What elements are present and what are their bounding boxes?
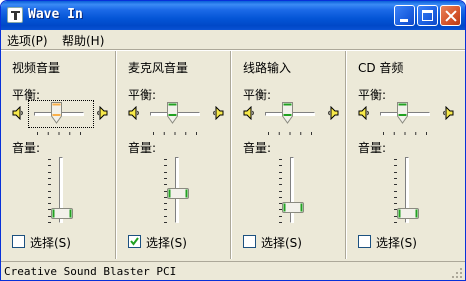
volume-slider-thumb[interactable] [397, 207, 419, 219]
select-checkbox-label[interactable]: 选择(S) [376, 234, 417, 251]
select-checkbox[interactable] [243, 235, 256, 248]
mixer-channel: 麦克风音量 平衡: 音量: 选择(S) [117, 51, 233, 259]
window-title: Wave In [28, 7, 83, 22]
menu-options[interactable]: 选项(P) [7, 32, 48, 49]
menu-help[interactable]: 帮助(H) [62, 32, 104, 49]
balance-ticks [383, 125, 427, 135]
mixer-channel: 线路输入 平衡: 音量: 选择(S) [232, 51, 348, 259]
channel-title: 视频音量 [12, 61, 61, 75]
status-bar: Creative Sound Blaster PCI [1, 261, 465, 280]
balance-ticks [37, 125, 81, 135]
volume-label: 音量: [12, 141, 41, 155]
title-bar[interactable]: Wave In [1, 1, 465, 30]
maximize-button[interactable] [417, 5, 438, 26]
mixer-channel: 视频音量 平衡: 音量: 选择(S) [1, 51, 117, 259]
volume-label: 音量: [243, 141, 272, 155]
minimize-button[interactable] [394, 5, 415, 26]
speaker-right-icon [212, 105, 224, 121]
select-checkbox-label[interactable]: 选择(S) [261, 234, 302, 251]
channel-title: CD 音频 [358, 61, 404, 75]
select-checkbox[interactable] [128, 235, 141, 248]
volume-slider-thumb[interactable] [167, 188, 189, 199]
volume-slider-track[interactable] [290, 157, 294, 223]
close-button[interactable] [440, 5, 461, 26]
app-icon[interactable] [7, 7, 23, 23]
wave-in-window: Wave In 选项(P) 帮助(H) 视频音量 平衡: 音量: 选择(S) 麦… [0, 0, 466, 281]
select-checkbox-label[interactable]: 选择(S) [30, 234, 71, 251]
channel-title: 麦克风音量 [128, 61, 189, 75]
select-checkbox[interactable] [358, 235, 371, 248]
speaker-left-icon [358, 105, 370, 121]
status-text: Creative Sound Blaster PCI [4, 265, 177, 278]
volume-slider-thumb[interactable] [282, 201, 304, 213]
resize-grip-icon[interactable] [451, 267, 463, 279]
balance-slider-thumb[interactable] [397, 102, 408, 124]
speaker-left-icon [128, 105, 140, 121]
volume-slider-thumb[interactable] [51, 207, 73, 219]
channel-separator [230, 51, 232, 259]
speaker-right-icon [96, 105, 108, 121]
balance-slider-thumb[interactable] [282, 102, 293, 124]
volume-label: 音量: [128, 141, 157, 155]
speaker-left-icon [12, 105, 24, 121]
channel-separator [115, 51, 117, 259]
speaker-right-icon [442, 105, 454, 121]
balance-ticks [153, 125, 197, 135]
speaker-left-icon [243, 105, 255, 121]
volume-label: 音量: [358, 141, 387, 155]
channel-separator [345, 51, 347, 259]
mixer-channel: CD 音频 平衡: 音量: 选择(S) [347, 51, 463, 259]
balance-ticks [268, 125, 312, 135]
speaker-right-icon [327, 105, 339, 121]
balance-slider-thumb[interactable] [167, 102, 178, 124]
balance-slider-thumb[interactable] [51, 102, 62, 124]
balance-label: 平衡: [358, 88, 387, 102]
channel-title: 线路输入 [243, 61, 292, 75]
volume-ticks [279, 159, 283, 223]
select-checkbox-label[interactable]: 选择(S) [146, 234, 187, 251]
menu-bar: 选项(P) 帮助(H) [1, 30, 465, 49]
select-checkbox[interactable] [12, 235, 25, 248]
balance-label: 平衡: [243, 88, 272, 102]
balance-label: 平衡: [128, 88, 157, 102]
